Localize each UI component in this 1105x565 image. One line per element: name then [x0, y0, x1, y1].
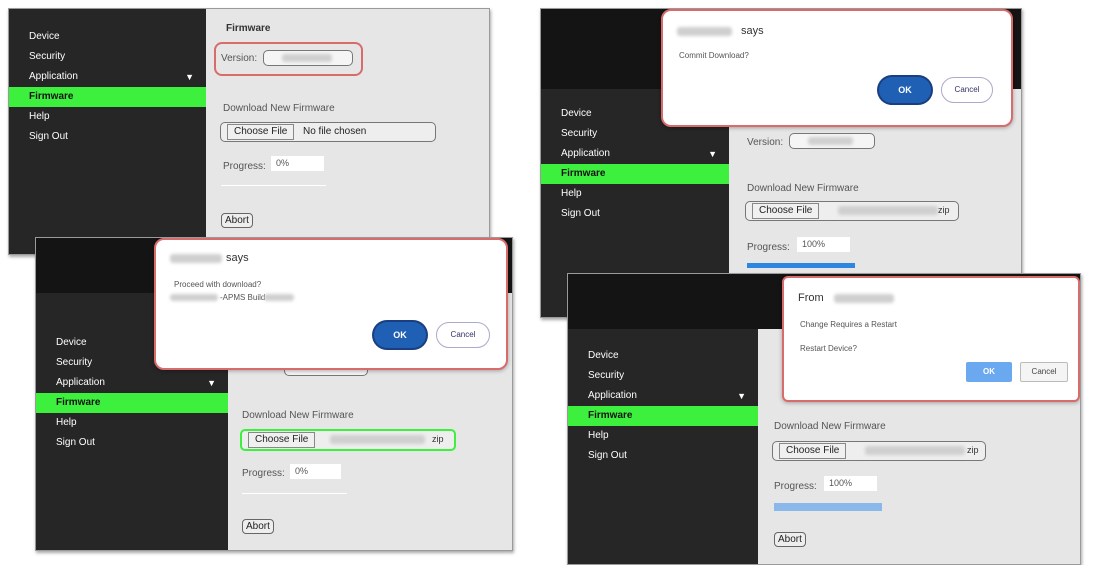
restart-dialog: From Change Requires a Restart Restart D… — [782, 276, 1080, 402]
nav-firmware[interactable]: Firmware — [568, 406, 758, 426]
progress-value: 0% — [290, 464, 341, 479]
version-label: Version: — [221, 53, 258, 64]
ok-button[interactable]: OK — [879, 77, 931, 103]
nav-application[interactable]: Application ▼ — [568, 386, 758, 406]
nav-help[interactable]: Help — [568, 426, 758, 446]
cancel-button[interactable]: Cancel — [941, 77, 993, 103]
abort-button[interactable]: Abort — [221, 213, 253, 228]
progress-value: 0% — [271, 156, 324, 171]
screenshot-panel-3: Device Security Application ▼ Firmware He… — [540, 8, 1022, 318]
nav-security[interactable]: Security — [541, 124, 729, 144]
progress-track — [242, 493, 347, 494]
progress-label: Progress: — [242, 468, 285, 479]
nav-device[interactable]: Device — [568, 346, 758, 366]
choose-file-button[interactable]: Choose File — [752, 203, 820, 219]
nav-application-label: Application — [561, 148, 610, 159]
screenshot-panel-2: Device Security Application ▼ Firmware He… — [35, 237, 513, 551]
choose-file-button[interactable]: Choose File — [227, 124, 295, 140]
chevron-down-icon: ▼ — [185, 72, 194, 82]
progress-fill — [774, 503, 882, 511]
choose-file-button[interactable]: Choose File — [248, 432, 316, 448]
dialog-title: says — [741, 25, 764, 37]
choose-file-button[interactable]: Choose File — [779, 443, 847, 459]
download-label: Download New Firmware — [242, 410, 354, 421]
dialog-title: From — [798, 292, 824, 304]
progress-fill — [747, 263, 855, 268]
progress-label: Progress: — [747, 242, 790, 253]
zip-suffix: zip — [938, 205, 950, 215]
dialog-message-2: Restart Device? — [800, 344, 857, 353]
version-field — [789, 133, 875, 149]
cancel-button[interactable]: Cancel — [1020, 362, 1068, 382]
ok-button[interactable]: OK — [374, 322, 426, 348]
dialog-title: says — [226, 252, 249, 264]
nav-application[interactable]: Application ▼ — [541, 144, 729, 164]
nav-application[interactable]: Application ▼ — [36, 373, 228, 393]
cancel-button[interactable]: Cancel — [436, 322, 490, 348]
zip-suffix: zip — [967, 445, 979, 455]
nav-application-label: Application — [588, 390, 637, 401]
nav-help[interactable]: Help — [9, 107, 206, 127]
nav-application-label: Application — [56, 377, 105, 388]
version-label: Version: — [747, 137, 784, 148]
dialog-detail: -APMS Build — [220, 293, 266, 302]
nav-device[interactable]: Device — [9, 27, 206, 47]
nav-firmware[interactable]: Firmware — [9, 87, 206, 107]
progress-label: Progress: — [223, 161, 266, 172]
dialog-message: Proceed with download? — [174, 280, 262, 289]
nav-security[interactable]: Security — [568, 366, 758, 386]
nav-sign-out[interactable]: Sign Out — [9, 127, 206, 147]
sidebar: Device Security Application ▼ Firmware He… — [9, 9, 206, 254]
download-label: Download New Firmware — [223, 103, 335, 114]
chevron-down-icon: ▼ — [737, 391, 746, 401]
file-input[interactable]: Choose File zip — [745, 201, 959, 221]
download-label: Download New Firmware — [747, 183, 859, 194]
screenshot-panel-4: Device Security Application ▼ Firmware He… — [567, 273, 1081, 565]
chevron-down-icon: ▼ — [708, 149, 717, 159]
nav-help[interactable]: Help — [36, 413, 228, 433]
nav-application-label: Application — [29, 71, 78, 82]
dialog-message-1: Change Requires a Restart — [800, 320, 897, 329]
section-title: Firmware — [226, 23, 271, 34]
progress-label: Progress: — [774, 481, 817, 492]
file-input[interactable]: Choose File No file chosen — [220, 122, 436, 142]
abort-button[interactable]: Abort — [242, 519, 274, 534]
progress-value: 100% — [824, 476, 877, 491]
file-input[interactable]: Choose File zip — [240, 429, 456, 451]
progress-track — [221, 185, 326, 186]
nav-firmware[interactable]: Firmware — [541, 164, 729, 184]
nav-security[interactable]: Security — [9, 47, 206, 67]
main-content: Firmware Version: Download New Firmware … — [206, 9, 489, 254]
ok-button[interactable]: OK — [966, 362, 1012, 382]
screenshot-panel-1: Device Security Application ▼ Firmware He… — [8, 8, 490, 255]
version-field — [263, 50, 353, 66]
progress-value: 100% — [797, 237, 850, 252]
proceed-dialog: says Proceed with download? -APMS Build … — [154, 238, 508, 370]
nav-sign-out[interactable]: Sign Out — [36, 433, 228, 453]
nav-help[interactable]: Help — [541, 184, 729, 204]
nav-sign-out[interactable]: Sign Out — [568, 446, 758, 466]
abort-button[interactable]: Abort — [774, 532, 806, 547]
chevron-down-icon: ▼ — [207, 378, 216, 388]
no-file-text: No file chosen — [303, 126, 367, 137]
nav-firmware[interactable]: Firmware — [36, 393, 228, 413]
download-label: Download New Firmware — [774, 421, 886, 432]
file-input[interactable]: Choose File zip — [772, 441, 986, 461]
zip-suffix: zip — [432, 434, 444, 444]
sidebar: Device Security Application ▼ Firmware He… — [568, 329, 758, 564]
commit-dialog: says Commit Download? OK Cancel — [661, 9, 1013, 127]
nav-application[interactable]: Application ▼ — [9, 67, 206, 87]
dialog-message: Commit Download? — [679, 51, 749, 60]
nav-sign-out[interactable]: Sign Out — [541, 204, 729, 224]
